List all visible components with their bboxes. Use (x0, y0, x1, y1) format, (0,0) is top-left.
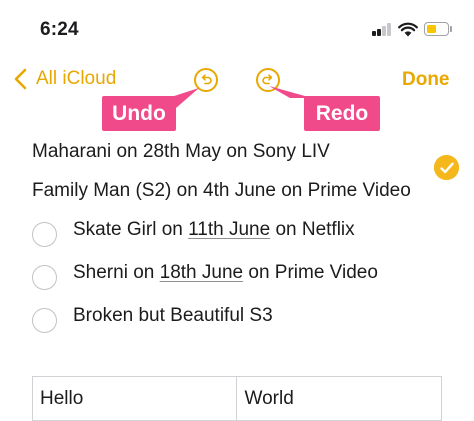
note-table: Hello World (31, 376, 442, 421)
table-cell[interactable]: Hello (31, 376, 238, 421)
date-link[interactable]: 18th June (160, 262, 243, 283)
back-button[interactable]: All iCloud (12, 68, 116, 90)
checked-checkbox[interactable] (434, 155, 459, 180)
undo-callout: Undo (102, 96, 176, 131)
checklist-item-text[interactable]: Skate Girl on 11th June on Netflix (73, 216, 355, 243)
navigation-bar: All iCloud Done (0, 58, 474, 102)
checklist-item-text[interactable]: Sherni on 18th June on Prime Video (73, 259, 378, 286)
battery-level-fill (426, 24, 436, 34)
status-bar: 6:24 (0, 0, 474, 54)
battery-icon (424, 22, 449, 36)
chevron-left-icon (14, 68, 27, 90)
checklist-item-text[interactable]: Family Man (S2) on 4th June on Prime Vid… (32, 177, 411, 204)
redo-callout: Redo (304, 96, 380, 131)
checklist-item: Family Man (S2) on 4th June on Prime Vid… (32, 155, 459, 204)
date-link[interactable]: 11th June (188, 219, 270, 240)
unchecked-checkbox[interactable] (32, 265, 57, 290)
unchecked-checkbox[interactable] (32, 222, 57, 247)
status-time: 6:24 (40, 19, 79, 40)
checklist-item: Skate Girl on 11th June on Netflix (32, 216, 452, 247)
battery-cap (450, 26, 452, 32)
redo-button[interactable] (256, 68, 280, 92)
checklist-item-text[interactable]: Broken but Beautiful S3 (73, 302, 273, 329)
checklist-item: Broken but Beautiful S3 (32, 302, 452, 333)
undo-icon (201, 74, 212, 85)
checklist-item: Sherni on 18th June on Prime Video (32, 259, 452, 290)
checklist: Maharani on 28th May on Sony LIV Family … (32, 138, 459, 345)
redo-icon (262, 74, 273, 85)
unchecked-checkbox[interactable] (32, 308, 57, 333)
checklist-item-text[interactable]: Maharani on 28th May on Sony LIV (32, 138, 330, 165)
done-button[interactable]: Done (402, 69, 450, 91)
checklist-item: Maharani on 28th May on Sony LIV (32, 138, 459, 180)
back-button-label: All iCloud (36, 68, 117, 89)
cellular-signal-icon (372, 23, 392, 36)
checkmark-icon (439, 162, 454, 173)
wifi-icon (398, 22, 418, 37)
undo-button[interactable] (194, 68, 218, 92)
table-row: Hello World (31, 376, 442, 421)
table-cell[interactable]: World (236, 376, 442, 421)
